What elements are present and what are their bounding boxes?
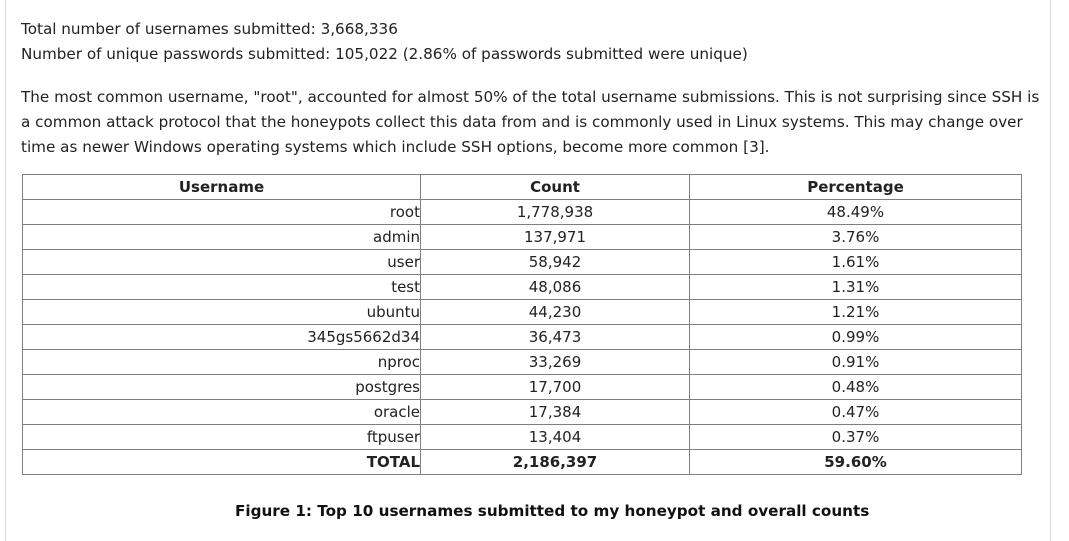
username-cell: user [22,249,421,275]
percentage-cell: 48.49% [689,199,1022,225]
username-cell: admin [22,224,421,250]
page: Total number of usernames submitted: 3,6… [0,0,1069,541]
username-cell: ftpuser [22,424,421,450]
count-cell: 44,230 [420,299,690,325]
count-cell: 48,086 [420,274,690,300]
count-cell: 17,384 [420,399,690,425]
usernames-submitted-stat: Total number of usernames submitted: 3,6… [21,20,398,38]
table-row: nproc 33,269 0.91% [22,349,1022,375]
table-row: ubuntu 44,230 1.21% [22,299,1022,325]
table-row: test 48,086 1.31% [22,274,1022,300]
table-total-row: TOTAL 2,186,397 59.60% [22,449,1022,475]
username-cell: oracle [22,399,421,425]
usernames-table: Username Count Percentage root 1,778,938 4… [22,174,1022,475]
count-cell: 36,473 [420,324,690,350]
header-username: Username [22,174,421,200]
table-row: oracle 17,384 0.47% [22,399,1022,425]
analysis-paragraph: The most common username, "root", accoun… [21,88,1040,156]
table-row: user 58,942 1.61% [22,249,1022,275]
table-row: root 1,778,938 48.49% [22,199,1022,225]
percentage-cell: 0.48% [689,374,1022,400]
table-header-row: Username Count Percentage [22,174,1022,200]
figure-caption: Figure 1: Top 10 usernames submitted to … [235,502,870,520]
header-count: Count [420,174,690,200]
table-row: admin 137,971 3.76% [22,224,1022,250]
count-cell: 17,700 [420,374,690,400]
total-percentage: 59.60% [689,449,1022,475]
total-label: TOTAL [22,449,421,475]
unique-passwords-stat: Number of unique passwords submitted: 10… [21,45,748,63]
table-row: 345gs5662d34 36,473 0.99% [22,324,1022,350]
total-count: 2,186,397 [420,449,690,475]
percentage-cell: 1.61% [689,249,1022,275]
username-cell: test [22,274,421,300]
count-cell: 137,971 [420,224,690,250]
header-percentage: Percentage [689,174,1022,200]
percentage-cell: 3.76% [689,224,1022,250]
percentage-cell: 1.21% [689,299,1022,325]
username-cell: root [22,199,421,225]
username-cell: postgres [22,374,421,400]
count-cell: 58,942 [420,249,690,275]
username-cell: 345gs5662d34 [22,324,421,350]
percentage-cell: 0.99% [689,324,1022,350]
count-cell: 1,778,938 [420,199,690,225]
count-cell: 33,269 [420,349,690,375]
username-cell: nproc [22,349,421,375]
table-row: ftpuser 13,404 0.37% [22,424,1022,450]
percentage-cell: 1.31% [689,274,1022,300]
percentage-cell: 0.47% [689,399,1022,425]
percentage-cell: 0.91% [689,349,1022,375]
username-cell: ubuntu [22,299,421,325]
table-body: root 1,778,938 48.49% admin 137,971 3.76% user… [22,199,1022,475]
count-cell: 13,404 [420,424,690,450]
table-row: postgres 17,700 0.48% [22,374,1022,400]
percentage-cell: 0.37% [689,424,1022,450]
